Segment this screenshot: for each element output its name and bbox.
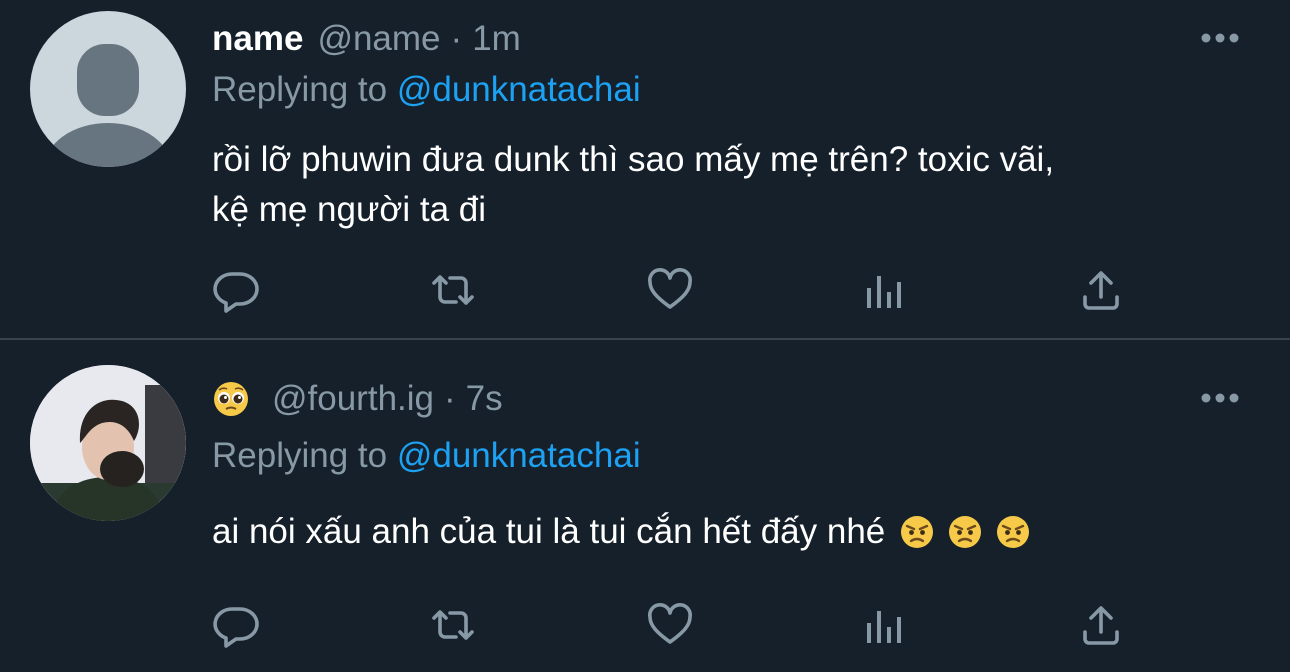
share-icon [1083, 271, 1119, 310]
action-bar [212, 600, 1132, 650]
tweet-text-line: ai nói xấu anh của tui là tui cắn hết đấ… [212, 512, 886, 551]
avatar[interactable] [30, 11, 186, 167]
replying-to: Replying to @dunknatachai [212, 70, 641, 110]
mention-link[interactable]: @dunknatachai [397, 436, 641, 475]
tweet-text-line: rồi lỡ phuwin đưa dunk thì sao mấy mẹ tr… [212, 140, 1055, 179]
reply-button[interactable] [212, 600, 262, 650]
analytics-button[interactable] [860, 265, 910, 315]
like-icon [648, 268, 692, 309]
more-options-icon[interactable] [1200, 32, 1240, 44]
analytics-icon [867, 276, 901, 308]
reply-icon [213, 272, 259, 313]
handle[interactable]: @fourth.ig [272, 379, 434, 419]
replying-to: Replying to @dunknatachai [212, 436, 641, 476]
angry-face-icon [997, 516, 1030, 548]
retweet-button[interactable] [428, 600, 478, 650]
separator: · [444, 379, 456, 418]
reply-button[interactable] [212, 265, 262, 315]
emoji-group [899, 514, 1031, 550]
share-button[interactable] [1076, 600, 1126, 650]
angry-face-icon [901, 516, 934, 548]
separator: · [450, 19, 463, 58]
angry-face-icon [949, 516, 982, 548]
like-button[interactable] [645, 265, 695, 315]
analytics-icon [867, 611, 901, 643]
default-avatar-icon [44, 44, 172, 167]
display-name[interactable] [212, 380, 250, 418]
action-bar [212, 265, 1132, 315]
analytics-button[interactable] [860, 600, 910, 650]
timestamp[interactable]: 1m [472, 19, 521, 59]
tweet-text: rồi lỡ phuwin đưa dunk thì sao mấy mẹ tr… [212, 135, 1262, 235]
timestamp[interactable]: 7s [466, 379, 503, 419]
like-button[interactable] [645, 600, 695, 650]
tweet-header: @fourth.ig · 7s [212, 374, 503, 424]
share-button[interactable] [1076, 265, 1126, 315]
replying-to-label: Replying to [212, 70, 388, 109]
tweet-text-line: kệ mẹ người ta đi [212, 190, 487, 229]
share-icon [1083, 606, 1119, 645]
retweet-icon [432, 610, 474, 640]
display-name[interactable]: name [212, 19, 303, 59]
tweet-text: ai nói xấu anh của tui là tui cắn hết đấ… [212, 507, 1262, 557]
more-options-icon[interactable] [1200, 392, 1240, 404]
retweet-button[interactable] [428, 265, 478, 315]
user-photo-avatar-icon [30, 365, 186, 521]
like-icon [648, 603, 692, 644]
reply-icon [213, 607, 259, 648]
avatar[interactable] [30, 365, 186, 521]
replying-to-label: Replying to [212, 436, 388, 475]
handle[interactable]: @name [317, 19, 440, 59]
mention-link[interactable]: @dunknatachai [397, 70, 641, 109]
retweet-icon [432, 275, 474, 305]
tweet-header: name @name · 1m [212, 14, 521, 64]
tweet[interactable]: @fourth.ig · 7s Replying to @dunknatacha… [0, 340, 1290, 672]
pleading-face-icon [214, 382, 248, 416]
tweet[interactable]: name @name · 1m Replying to @dunknatacha… [0, 0, 1290, 338]
